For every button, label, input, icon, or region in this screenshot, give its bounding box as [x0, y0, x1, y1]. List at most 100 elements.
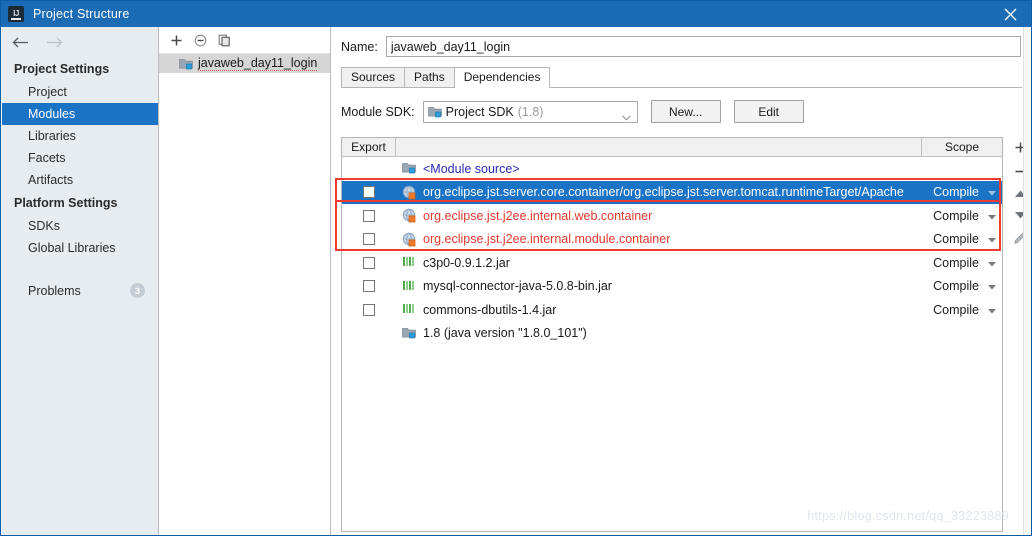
export-checkbox[interactable]: [363, 256, 375, 269]
sidebar-item-modules[interactable]: Modules: [2, 103, 158, 125]
logo-text: IJ: [13, 9, 19, 18]
watermark-text: https://blog.csdn.net/qq_33223889: [807, 509, 1009, 523]
table-row[interactable]: commons-dbutils-1.4.jar Compile: [342, 298, 1002, 322]
sidebar-item-global-libraries[interactable]: Global Libraries: [2, 237, 158, 259]
chevron-down-icon: [988, 256, 996, 270]
sidebar-item-artifacts[interactable]: Artifacts: [2, 169, 158, 191]
close-icon: [1004, 8, 1017, 20]
window-right-gutter: [1023, 27, 1030, 535]
export-cell[interactable]: [342, 280, 396, 293]
dependency-name-cell: org.eclipse.jst.server.core.container/or…: [396, 185, 910, 200]
scope-cell[interactable]: Compile: [910, 279, 1002, 293]
jar-library-icon: [402, 255, 417, 270]
export-checkbox[interactable]: [363, 233, 375, 246]
dependency-name: org.eclipse.jst.server.core.container/or…: [423, 185, 904, 200]
chevron-down-icon: [988, 279, 996, 293]
scope-value: Compile: [933, 232, 979, 247]
export-checkbox[interactable]: [363, 186, 375, 199]
navigation-arrows: [2, 27, 158, 57]
sidebar-item-sdks[interactable]: SDKs: [2, 215, 158, 237]
modules-list-panel: javaweb_day11_login: [159, 27, 331, 535]
copy-icon: [218, 34, 230, 46]
jar-library-icon: [402, 302, 417, 317]
module-detail-pane: Name: Sources Paths Dependencies Module …: [332, 27, 1031, 535]
chevron-down-icon: [988, 232, 996, 246]
table-row[interactable]: org.eclipse.jst.j2ee.internal.web.contai…: [342, 204, 1002, 228]
scope-value: Compile: [933, 208, 979, 223]
module-sdk-label: Module SDK:: [341, 104, 415, 119]
table-row[interactable]: 1.8 (java version "1.8.0_101"): [342, 322, 1002, 346]
container-globe-icon: [402, 185, 417, 200]
export-cell[interactable]: [342, 303, 396, 316]
module-list-item[interactable]: javaweb_day11_login: [159, 54, 330, 73]
sidebar-item-facets[interactable]: Facets: [2, 147, 158, 169]
close-button[interactable]: [988, 1, 1031, 27]
export-checkbox[interactable]: [363, 303, 375, 316]
arrow-right-icon: [47, 37, 63, 47]
sidebar-item-libraries[interactable]: Libraries: [2, 125, 158, 147]
sdk-version: (1.8): [517, 104, 544, 119]
scope-cell[interactable]: Compile: [910, 303, 1002, 317]
dependency-name: commons-dbutils-1.4.jar: [423, 302, 557, 317]
export-checkbox[interactable]: [363, 280, 375, 293]
chevron-down-icon: [621, 110, 631, 124]
plus-icon: [171, 35, 182, 45]
problems-count-badge: 3: [130, 283, 145, 298]
dependency-name: org.eclipse.jst.j2ee.internal.web.contai…: [423, 208, 653, 223]
back-button[interactable]: [12, 36, 29, 49]
remove-module-button[interactable]: [194, 34, 207, 47]
tab-sources[interactable]: Sources: [341, 67, 406, 87]
dependency-name: mysql-connector-java-5.0.8-bin.jar: [423, 279, 612, 294]
container-globe-icon: [402, 208, 417, 223]
scope-cell[interactable]: Compile: [910, 185, 1002, 199]
table-row[interactable]: c3p0-0.9.1.2.jar Compile: [342, 251, 1002, 275]
module-folder-icon: [179, 59, 193, 70]
copy-module-button[interactable]: [218, 34, 231, 47]
scope-value: Compile: [933, 302, 979, 317]
container-globe-icon: [402, 232, 417, 247]
scope-cell[interactable]: Compile: [910, 256, 1002, 270]
scope-cell[interactable]: Compile: [910, 209, 1002, 223]
chevron-down-icon: [988, 185, 996, 199]
chevron-down-icon: [988, 303, 996, 317]
sidebar-group-platform-settings: Platform Settings: [14, 196, 118, 210]
project-structure-window: IJ Project Structure Project Settings Pr…: [0, 0, 1032, 536]
tab-dependencies[interactable]: Dependencies: [453, 67, 551, 88]
module-name-input[interactable]: [385, 36, 1021, 57]
export-cell[interactable]: [342, 209, 396, 222]
dependencies-table: Export Scope <Module source> org.eclipse…: [341, 137, 1003, 532]
forward-button[interactable]: [46, 36, 63, 49]
dependency-name-cell: mysql-connector-java-5.0.8-bin.jar: [396, 279, 910, 294]
column-header-scope[interactable]: Scope: [922, 138, 1002, 156]
table-row[interactable]: org.eclipse.jst.server.core.container/or…: [342, 180, 1002, 204]
module-sdk-select[interactable]: Project SDK (1.8): [422, 100, 638, 124]
new-sdk-button[interactable]: New...: [650, 100, 721, 123]
dependency-name: org.eclipse.jst.j2ee.internal.module.con…: [423, 232, 671, 247]
problems-label: Problems: [28, 283, 81, 298]
dependency-name: 1.8 (java version "1.8.0_101"): [423, 326, 587, 341]
edit-sdk-button[interactable]: Edit: [733, 100, 804, 123]
column-header-export[interactable]: Export: [342, 138, 396, 156]
table-row[interactable]: mysql-connector-java-5.0.8-bin.jar Compi…: [342, 275, 1002, 299]
detail-tabs: Sources Paths Dependencies: [332, 67, 1031, 88]
folder-module-source-icon: [402, 161, 417, 176]
sdk-folder-icon: [427, 107, 442, 118]
intellij-logo-icon: IJ: [8, 6, 24, 22]
scope-value: Compile: [933, 185, 979, 200]
export-checkbox[interactable]: [363, 209, 375, 222]
settings-sidebar: Project Settings Project Modules Librari…: [2, 27, 159, 535]
sidebar-item-project[interactable]: Project: [2, 81, 158, 103]
dependency-name-cell: org.eclipse.jst.j2ee.internal.module.con…: [396, 232, 910, 247]
chevron-down-icon: [988, 209, 996, 223]
name-row: Name:: [332, 27, 1031, 57]
export-cell[interactable]: [342, 233, 396, 246]
sidebar-group-project-settings: Project Settings: [14, 62, 110, 76]
table-row[interactable]: org.eclipse.jst.j2ee.internal.module.con…: [342, 228, 1002, 252]
export-cell[interactable]: [342, 256, 396, 269]
export-cell[interactable]: [342, 186, 396, 199]
scope-cell[interactable]: Compile: [910, 232, 1002, 246]
add-module-button[interactable]: [170, 34, 183, 47]
tab-paths[interactable]: Paths: [404, 67, 455, 87]
table-row[interactable]: <Module source>: [342, 157, 1002, 181]
sidebar-item-problems[interactable]: Problems 3: [2, 279, 158, 302]
